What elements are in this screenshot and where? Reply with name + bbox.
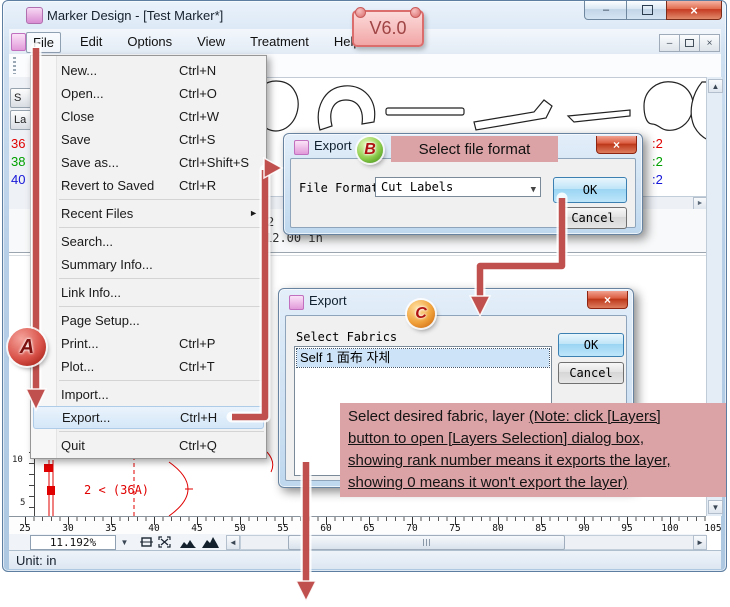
file-menu: New...Ctrl+N Open...Ctrl+O CloseCtrl+W S… [30,55,267,459]
zoom-input[interactable]: 11.192% [30,535,116,550]
unit-status: Unit: in [16,553,56,568]
zoom-in-mountain-icon[interactable] [202,536,219,548]
menu-item-recent-files[interactable]: Recent Files► [31,202,266,225]
dialog-close-button[interactable]: × [587,291,628,309]
menu-item-save-as[interactable]: Save as...Ctrl+Shift+S [31,151,266,174]
menu-view[interactable]: View [191,32,231,53]
menu-item-page-setup[interactable]: Page Setup... [31,309,266,332]
status-bar: Unit: in [9,550,721,569]
version-badge: V6.0 [352,10,424,47]
mdi-close-button[interactable]: × [699,34,720,52]
scroll-down-button[interactable]: ▼ [708,500,723,514]
cancel-button[interactable]: Cancel [558,362,624,384]
dialog-title: Export [314,138,352,153]
menu-file[interactable]: File [26,32,61,53]
zoom-out-mountain-icon[interactable] [180,538,196,548]
menu-separator [59,431,264,432]
window-title: Marker Design - [Test Marker*] [47,8,223,23]
fabric-list-item[interactable]: Self 1 面布 자체 [297,349,549,367]
mdi-minimize-button[interactable]: – [659,34,680,52]
annotation-note: Select desired fabric, layer (Note: clic… [340,403,726,497]
document-icon[interactable] [11,33,26,51]
menu-separator [59,227,264,228]
step-badge-b: B [357,137,383,163]
menu-item-quit[interactable]: QuitCtrl+Q [31,434,266,457]
menu-item-export[interactable]: Export...Ctrl+H [33,406,264,429]
scroll-left-button[interactable]: ◄ [226,535,240,550]
minimize-button[interactable]: – [584,1,628,20]
toolbar-grip[interactable] [13,57,16,74]
stage: Marker Design - [Test Marker*] – × File … [0,0,730,607]
horizontal-scrollbar-thumb[interactable] [288,535,565,550]
annotation-select-file-format: Select file format [391,136,558,162]
menu-item-import[interactable]: Import... [31,383,266,406]
menu-item-print[interactable]: Print...Ctrl+P [31,332,266,355]
vertical-ruler: 10 5 [9,452,35,516]
horizontal-ruler: 25 30 35 40 45 50 55 60 65 70 75 80 85 9… [9,516,706,536]
dialog-title: Export [309,293,347,308]
dialog-close-button[interactable]: × [596,136,637,154]
close-icon: × [690,3,698,18]
menu-separator [59,278,264,279]
menu-item-open[interactable]: Open...Ctrl+O [31,82,266,105]
ribbon-curl [355,7,366,18]
submenu-arrow-icon: ► [249,202,258,225]
mdi-close-icon: × [707,38,713,49]
menu-item-new[interactable]: New...Ctrl+N [31,59,266,82]
menu-separator [59,306,264,307]
chevron-down-icon: ▼ [121,538,129,547]
maximize-icon [642,5,653,15]
menu-item-close[interactable]: CloseCtrl+W [31,105,266,128]
scroll-left-icon: ◄ [229,538,237,547]
menu-edit[interactable]: Edit [74,32,108,53]
menu-item-revert[interactable]: Revert to SavedCtrl+R [31,174,266,197]
scroll-down-icon: ▼ [712,503,720,512]
close-icon: × [613,138,620,152]
menu-separator [59,199,264,200]
export-dialog-icon [289,295,304,310]
app-icon [26,7,43,24]
menu-item-summary-info[interactable]: Summary Info... [31,253,266,276]
export-format-dialog: Export × Select file format File Format:… [283,133,643,235]
scroll-right-button[interactable]: ► [693,535,707,550]
close-icon: × [604,293,611,307]
close-button[interactable]: × [666,1,722,20]
maximize-button[interactable] [626,1,668,20]
select-fabrics-label: Select Fabrics [296,330,397,344]
menu-separator [59,380,264,381]
zoom-dropdown-button[interactable]: ▼ [118,536,131,548]
menu-treatment[interactable]: Treatment [244,32,315,53]
scroll-up-icon: ▲ [712,82,720,91]
menu-item-save[interactable]: SaveCtrl+S [31,128,266,151]
cancel-button[interactable]: Cancel [559,207,627,229]
step-badge-a: A [8,328,46,366]
chevron-down-icon: ▼ [531,181,536,199]
step-badge-c: C [407,300,435,328]
menu-item-link-info[interactable]: Link Info... [31,281,266,304]
restore-icon [685,39,694,47]
export-dialog-icon [294,140,309,155]
menu-options[interactable]: Options [121,32,178,53]
ribbon-curl [410,7,421,18]
ok-button[interactable]: OK [558,333,624,357]
ok-button[interactable]: OK [553,177,627,203]
size-qty-38: :2 [652,154,678,169]
file-format-dropdown[interactable]: Cut Labels ▼ [375,177,541,197]
marker-drawing [35,450,275,516]
file-format-label: File Format: [299,181,386,195]
crop-frame-icon[interactable] [140,536,153,548]
menu-item-plot[interactable]: Plot...Ctrl+T [31,355,266,378]
piece-size-label: 2 < (36A) [84,483,149,497]
size-qty-40: :2 [652,172,678,187]
scroll-right-icon: ► [696,538,704,547]
menu-item-search[interactable]: Search... [31,230,266,253]
mdi-restore-button[interactable] [679,34,700,52]
fit-view-icon[interactable] [158,536,171,548]
scroll-up-button[interactable]: ▲ [708,79,723,93]
